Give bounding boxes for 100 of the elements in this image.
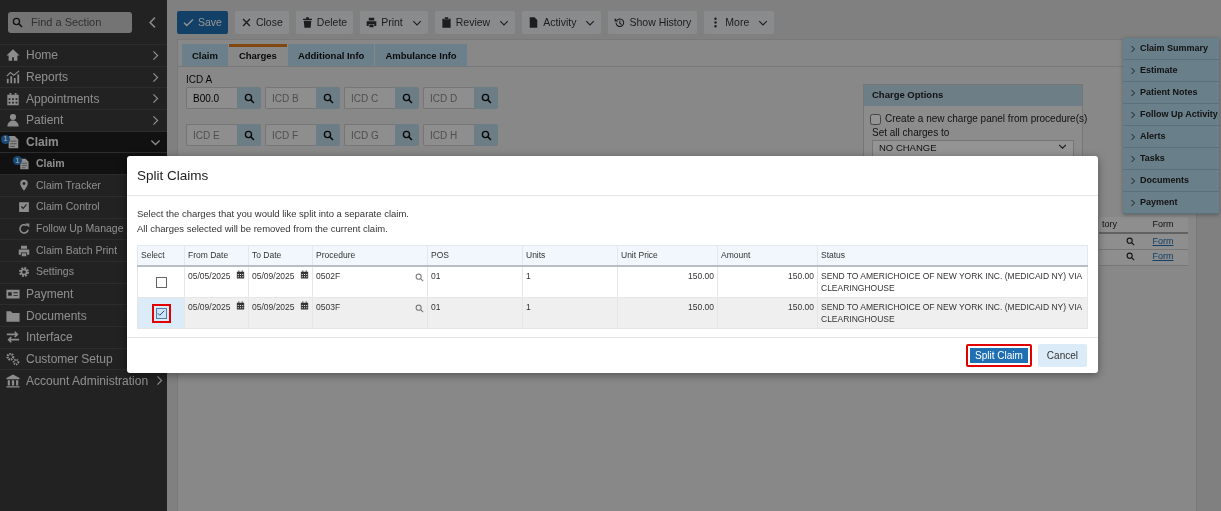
home-icon (6, 48, 20, 63)
search-button[interactable] (316, 124, 340, 146)
document-icon (6, 135, 20, 150)
tab[interactable]: Claim (182, 44, 228, 66)
sidebar-item[interactable]: Patient (0, 109, 167, 131)
search-button[interactable] (474, 124, 498, 146)
chevron-right-icon (1129, 66, 1137, 75)
toolbar-button[interactable]: Close (234, 11, 289, 34)
search-icon[interactable] (1125, 252, 1135, 262)
icd-field[interactable]: ICD F (265, 124, 316, 146)
side-panel-item[interactable]: Patient Notes (1123, 82, 1219, 104)
table-cell-text: 01 (431, 271, 441, 281)
calendar-icon (236, 301, 245, 310)
search-icon (243, 92, 255, 104)
side-panel-item[interactable]: Follow Up Activity (1123, 104, 1219, 126)
document-icon (18, 157, 30, 170)
toolbar-button[interactable]: More (704, 11, 775, 34)
field-label: Set all charges to (872, 127, 951, 139)
side-panel-item[interactable]: Alerts (1123, 126, 1219, 148)
bank-icon (6, 373, 20, 388)
field-label: ICD A (186, 73, 214, 87)
chevron-right-icon (150, 49, 161, 61)
printer-icon (366, 17, 378, 28)
search-button[interactable] (395, 87, 419, 109)
sidebar-item[interactable]: Home (0, 44, 167, 66)
search-icon (8, 11, 27, 33)
table-cell-text: 1 (526, 271, 531, 281)
sidebar-item[interactable]: Appointments (0, 87, 167, 110)
column-header: Procedure (316, 250, 356, 261)
checkbox-icon (18, 201, 30, 214)
toolbar-button[interactable]: Review (434, 11, 516, 34)
table-cell-text: SEND TO AMERICHOICE OF NEW YORK INC. (MEDICAID NY) VIA CLEARINGHOUSE (821, 302, 1082, 324)
column-header: Units (526, 250, 546, 261)
trash-icon (301, 17, 313, 28)
table-cell-text: 150.00 (688, 271, 714, 281)
search-button[interactable] (316, 87, 340, 109)
icd-field[interactable]: ICD H (423, 124, 474, 146)
search-icon (415, 304, 424, 313)
search-button[interactable] (395, 124, 419, 146)
file-icon (528, 17, 540, 28)
toolbar-button[interactable]: Activity (522, 11, 602, 34)
tab[interactable]: Ambulance Info (375, 44, 467, 66)
search-icon (480, 92, 492, 104)
search-icon[interactable] (1125, 236, 1135, 246)
chevron-right-icon (1129, 88, 1137, 97)
settings-icon (18, 266, 30, 279)
table-cell-text: 150.00 (688, 302, 714, 312)
column-header: To Date (252, 250, 282, 261)
procedure-code: 0502F (316, 270, 341, 282)
side-panel-item[interactable]: Claim Summary (1123, 38, 1219, 60)
toolbar-button[interactable]: Delete (295, 11, 354, 34)
search-button[interactable] (474, 87, 498, 109)
search-field[interactable]: Find a Section (27, 11, 132, 33)
panel-title: Charge Options (864, 85, 1082, 106)
gears-icon (6, 351, 20, 366)
search-icon (480, 129, 492, 141)
chevron-down-icon (1058, 142, 1067, 151)
chevron-right-icon (1129, 110, 1137, 119)
side-panel-item[interactable]: Estimate (1123, 60, 1219, 82)
toolbar-button[interactable]: Show History (608, 11, 698, 34)
table-cell-text: 01 (431, 302, 441, 312)
column-header: Unit Price (621, 250, 658, 261)
search-button[interactable] (237, 124, 261, 146)
checkbox[interactable] (151, 303, 171, 323)
icd-field[interactable]: B00.0 (186, 87, 237, 109)
chevron-right-icon (1129, 154, 1137, 163)
cancel-button[interactable]: Cancel (1037, 344, 1087, 367)
checkbox[interactable] (870, 113, 881, 125)
search-icon (401, 129, 413, 141)
clipboard-icon (440, 17, 452, 28)
search-icon (243, 129, 255, 141)
icd-field[interactable]: ICD C (344, 87, 395, 109)
icd-field[interactable]: ICD G (344, 124, 395, 146)
chevron-right-icon (1129, 132, 1137, 141)
table-cell-text: SEND TO AMERICHOICE OF NEW YORK INC. (MEDICAID NY) VIA CLEARINGHOUSE (821, 271, 1082, 293)
person-icon (6, 113, 20, 128)
folder-icon (6, 308, 20, 323)
close-icon (240, 17, 252, 28)
tab[interactable]: Additional Info (287, 44, 375, 66)
search-icon (322, 129, 334, 141)
side-panel-item[interactable]: Documents (1123, 170, 1219, 192)
search-icon (401, 92, 413, 104)
search-button[interactable] (237, 87, 261, 109)
sidebar-item[interactable]: Reports (0, 65, 167, 88)
date-text: 05/05/2025 (188, 270, 231, 282)
icd-field[interactable]: ICD E (186, 124, 237, 146)
procedure-code: 0503F (316, 301, 341, 313)
chevron-right-icon (1129, 176, 1137, 185)
split-claim-button[interactable]: Split Claim (966, 344, 1032, 367)
table-cell-text: 150.00 (788, 271, 814, 281)
toolbar-button[interactable]: Print (360, 11, 428, 34)
history-icon (614, 17, 626, 28)
side-panel-item[interactable]: Tasks (1123, 148, 1219, 170)
chevron-right-icon (150, 114, 161, 126)
toolbar-button[interactable]: Save (177, 11, 228, 34)
side-panel-item[interactable]: Payment (1123, 192, 1219, 214)
icd-field[interactable]: ICD D (423, 87, 474, 109)
table-cell-text: 1 (526, 302, 531, 312)
icd-field[interactable]: ICD B (265, 87, 316, 109)
column-header: Status (821, 250, 846, 261)
